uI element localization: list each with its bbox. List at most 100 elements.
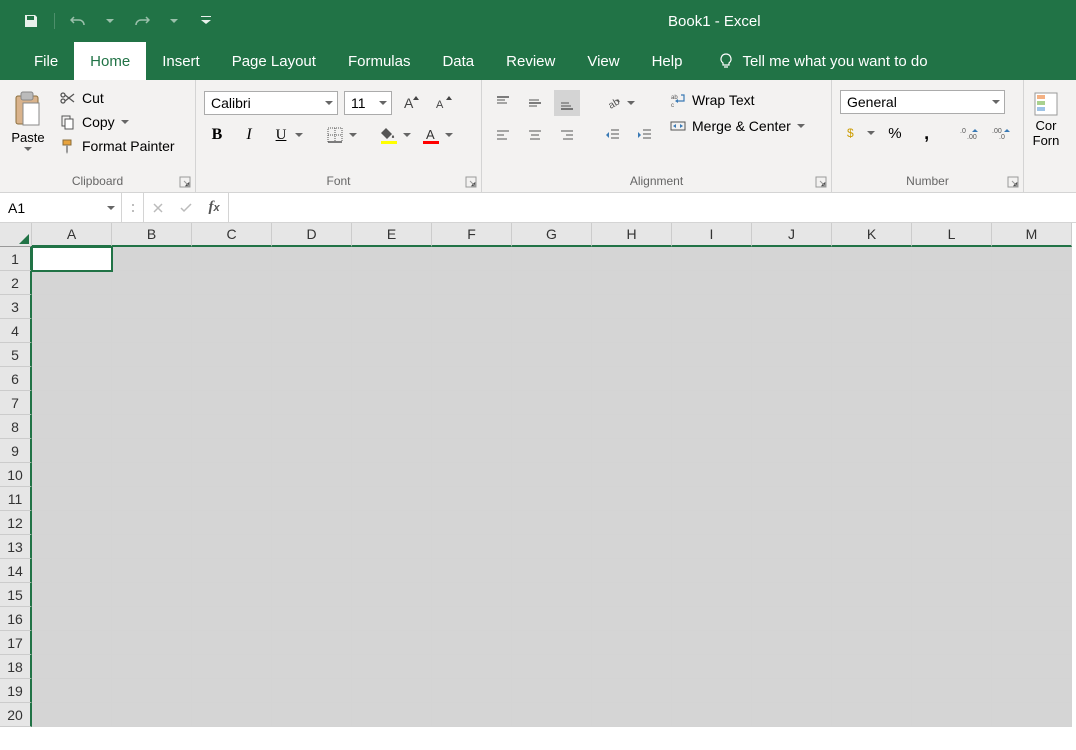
cell[interactable] bbox=[832, 583, 912, 607]
cell[interactable] bbox=[272, 583, 352, 607]
row-header[interactable]: 5 bbox=[0, 343, 32, 367]
cell[interactable] bbox=[432, 607, 512, 631]
cell[interactable] bbox=[272, 535, 352, 559]
cell[interactable] bbox=[592, 391, 672, 415]
cell[interactable] bbox=[672, 487, 752, 511]
cell[interactable] bbox=[352, 247, 432, 271]
cell[interactable] bbox=[832, 319, 912, 343]
cell[interactable] bbox=[672, 583, 752, 607]
cell[interactable] bbox=[352, 631, 432, 655]
cell[interactable] bbox=[352, 583, 432, 607]
cell[interactable] bbox=[592, 271, 672, 295]
cell[interactable] bbox=[352, 415, 432, 439]
cell[interactable] bbox=[432, 463, 512, 487]
cell[interactable] bbox=[352, 607, 432, 631]
cell[interactable] bbox=[192, 703, 272, 727]
cell[interactable] bbox=[672, 319, 752, 343]
font-size-combo[interactable]: 11 bbox=[344, 91, 392, 115]
row-header[interactable]: 20 bbox=[0, 703, 32, 727]
select-all-corner[interactable] bbox=[0, 223, 32, 247]
cell[interactable] bbox=[592, 655, 672, 679]
tab-review[interactable]: Review bbox=[490, 42, 571, 80]
tell-me-search[interactable]: Tell me what you want to do bbox=[718, 42, 927, 80]
chevron-down-icon[interactable] bbox=[294, 131, 304, 139]
column-header[interactable]: H bbox=[592, 223, 672, 247]
cell[interactable] bbox=[192, 319, 272, 343]
cell[interactable] bbox=[752, 607, 832, 631]
row-header[interactable]: 7 bbox=[0, 391, 32, 415]
cell[interactable] bbox=[512, 631, 592, 655]
cell[interactable] bbox=[512, 247, 592, 271]
tab-help[interactable]: Help bbox=[636, 42, 699, 80]
cell[interactable] bbox=[272, 679, 352, 703]
cell[interactable] bbox=[592, 439, 672, 463]
cell[interactable] bbox=[592, 559, 672, 583]
cell[interactable] bbox=[832, 463, 912, 487]
underline-button[interactable]: U bbox=[268, 122, 294, 148]
cell[interactable] bbox=[592, 631, 672, 655]
cell[interactable] bbox=[432, 511, 512, 535]
customize-qat-button[interactable] bbox=[195, 10, 217, 32]
cell[interactable] bbox=[512, 607, 592, 631]
cell[interactable] bbox=[192, 631, 272, 655]
cell[interactable] bbox=[512, 391, 592, 415]
cell[interactable] bbox=[992, 439, 1072, 463]
cell[interactable] bbox=[912, 415, 992, 439]
decrease-decimal-button[interactable]: .00.0 bbox=[989, 120, 1015, 146]
cell[interactable] bbox=[432, 343, 512, 367]
cell[interactable] bbox=[32, 559, 112, 583]
cell[interactable] bbox=[32, 439, 112, 463]
cell[interactable] bbox=[592, 703, 672, 727]
cell[interactable] bbox=[832, 247, 912, 271]
cell[interactable] bbox=[512, 535, 592, 559]
cell[interactable] bbox=[272, 559, 352, 583]
cell[interactable] bbox=[672, 415, 752, 439]
cell[interactable] bbox=[832, 655, 912, 679]
cell[interactable] bbox=[912, 511, 992, 535]
undo-dropdown[interactable] bbox=[99, 10, 121, 32]
cell[interactable] bbox=[272, 703, 352, 727]
row-header[interactable]: 2 bbox=[0, 271, 32, 295]
decrease-indent-button[interactable] bbox=[600, 122, 626, 148]
cell[interactable] bbox=[352, 535, 432, 559]
cell[interactable] bbox=[752, 415, 832, 439]
cell[interactable] bbox=[672, 679, 752, 703]
borders-button[interactable] bbox=[322, 122, 348, 148]
enter-formula-button[interactable] bbox=[172, 193, 200, 222]
cell[interactable] bbox=[992, 487, 1072, 511]
cell[interactable] bbox=[32, 415, 112, 439]
bold-button[interactable]: B bbox=[204, 122, 230, 148]
cell[interactable] bbox=[912, 607, 992, 631]
row-header[interactable]: 16 bbox=[0, 607, 32, 631]
column-header[interactable]: J bbox=[752, 223, 832, 247]
cell[interactable] bbox=[32, 463, 112, 487]
name-box[interactable]: A1 bbox=[0, 193, 122, 222]
cell[interactable] bbox=[592, 679, 672, 703]
cell[interactable] bbox=[352, 295, 432, 319]
cell[interactable] bbox=[752, 343, 832, 367]
column-header[interactable]: E bbox=[352, 223, 432, 247]
chevron-down-icon[interactable] bbox=[444, 131, 454, 139]
cell[interactable] bbox=[992, 703, 1072, 727]
row-header[interactable]: 13 bbox=[0, 535, 32, 559]
cell[interactable] bbox=[192, 535, 272, 559]
cell[interactable] bbox=[32, 535, 112, 559]
cell[interactable] bbox=[832, 391, 912, 415]
row-header[interactable]: 11 bbox=[0, 487, 32, 511]
cell[interactable] bbox=[672, 439, 752, 463]
tab-data[interactable]: Data bbox=[426, 42, 490, 80]
cell[interactable] bbox=[752, 703, 832, 727]
cell[interactable] bbox=[592, 583, 672, 607]
cell[interactable] bbox=[912, 583, 992, 607]
row-header[interactable]: 6 bbox=[0, 367, 32, 391]
cell[interactable] bbox=[432, 415, 512, 439]
cell[interactable] bbox=[752, 511, 832, 535]
cell[interactable] bbox=[752, 271, 832, 295]
row-header[interactable]: 14 bbox=[0, 559, 32, 583]
cell[interactable] bbox=[592, 415, 672, 439]
cell[interactable] bbox=[432, 559, 512, 583]
cell[interactable] bbox=[912, 631, 992, 655]
cell[interactable] bbox=[992, 319, 1072, 343]
chevron-down-icon[interactable] bbox=[626, 99, 636, 107]
cell[interactable] bbox=[112, 271, 192, 295]
